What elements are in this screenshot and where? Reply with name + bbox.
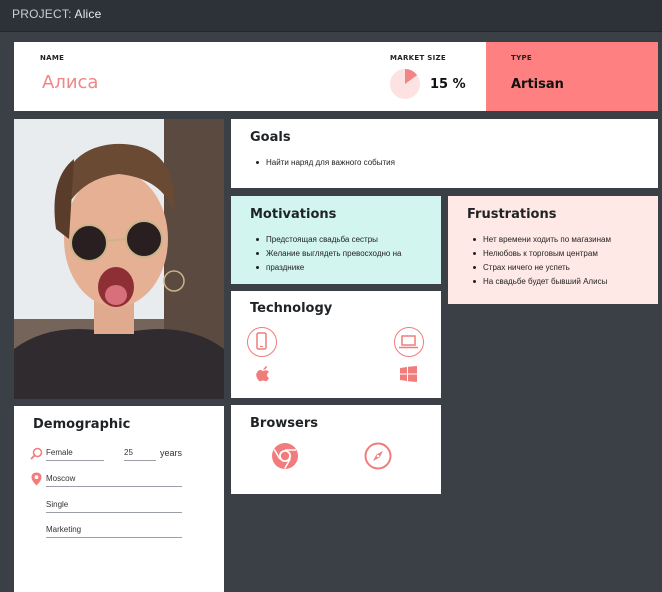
windows-icon[interactable] (400, 366, 417, 382)
demographic-card: Demographic Female 25 years Moscow Singl… (14, 406, 224, 592)
goals-list: Найти наряд для важного события (256, 156, 395, 170)
name-label: NAME (40, 54, 65, 62)
type-label: TYPE (511, 54, 532, 62)
project-title: PROJECT: Alice (12, 7, 102, 21)
age-field[interactable]: 25 (124, 448, 156, 461)
browsers-title: Browsers (250, 416, 318, 431)
project-name: Alice (74, 7, 102, 21)
laptop-icon[interactable] (394, 327, 424, 357)
chrome-icon[interactable] (271, 442, 299, 470)
top-bar: PROJECT: Alice (0, 0, 662, 32)
age-unit: years (160, 448, 183, 458)
motivations-list: Предстоящая свадьба сестры Желание выгля… (256, 233, 401, 275)
header-card: NAME Алиса MARKET SIZE 15 % (14, 42, 486, 111)
technology-title: Technology (250, 301, 333, 316)
frustration-item[interactable]: Страх ничего не успеть (473, 261, 611, 275)
goal-item[interactable]: Найти наряд для важного события (256, 156, 395, 170)
search-icon (30, 447, 43, 460)
motivations-card: Motivations Предстоящая свадьба сестры Ж… (231, 196, 441, 284)
frustrations-list: Нет времени ходить по магазинам Нелюбовь… (473, 233, 611, 289)
mobile-icon[interactable] (247, 327, 277, 357)
project-label: PROJECT: (12, 7, 72, 21)
technology-card: Technology (231, 291, 441, 398)
frustration-item[interactable]: Нет времени ходить по магазинам (473, 233, 611, 247)
motivations-title: Motivations (250, 207, 337, 222)
goals-title: Goals (250, 130, 291, 145)
type-value[interactable]: Artisan (511, 77, 564, 92)
market-size-value: 15 % (430, 77, 466, 92)
motivation-item-continued[interactable]: празднике (256, 261, 401, 275)
persona-photo (14, 119, 224, 399)
safari-icon[interactable] (364, 442, 392, 470)
frustration-item[interactable]: На свадьбе будет бывший Алисы (473, 275, 611, 289)
apple-icon[interactable] (255, 365, 271, 383)
demographic-title: Demographic (33, 417, 131, 432)
type-card: TYPE Artisan (486, 42, 658, 111)
frustrations-card: Frustrations Нет времени ходить по магаз… (448, 196, 658, 304)
browsers-card: Browsers (231, 405, 441, 494)
motivation-item[interactable]: Желание выглядеть превосходно на (256, 247, 401, 261)
gender-field[interactable]: Female (46, 448, 104, 461)
location-pin-icon (31, 472, 42, 486)
persona-name[interactable]: Алиса (42, 72, 98, 93)
frustrations-title: Frustrations (467, 207, 557, 222)
market-size-label: MARKET SIZE (390, 54, 446, 62)
location-field[interactable]: Moscow (46, 474, 182, 487)
goals-card: Goals Найти наряд для важного события (231, 119, 658, 188)
frustration-item[interactable]: Нелюбовь к торговым центрам (473, 247, 611, 261)
occupation-field[interactable]: Marketing (46, 525, 182, 538)
motivation-item[interactable]: Предстоящая свадьба сестры (256, 233, 401, 247)
status-field[interactable]: Single (46, 500, 182, 513)
market-size-pie-chart (390, 69, 420, 99)
